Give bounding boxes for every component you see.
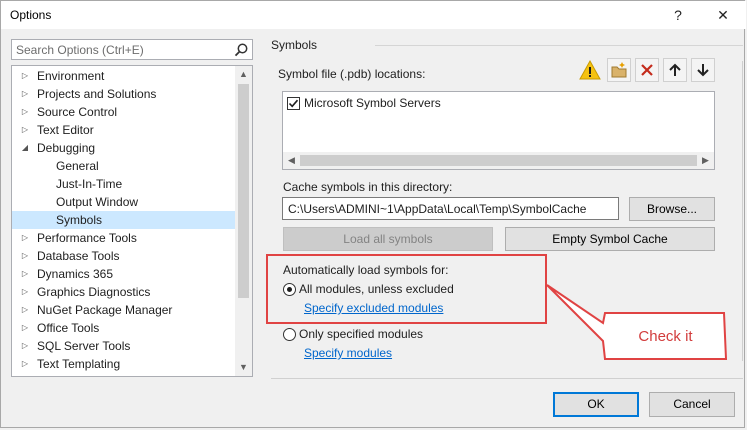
only-specified-label[interactable]: Only specified modules: [299, 327, 423, 341]
tree-item-web-forms-designer[interactable]: ▷ Web Forms Designer: [12, 373, 235, 376]
tree-item-nuget-package-manager[interactable]: ▷ NuGet Package Manager: [12, 301, 235, 319]
specify-modules-link[interactable]: Specify modules: [304, 346, 392, 360]
collapsed-arrow-icon[interactable]: ▷: [20, 301, 30, 319]
callout-text: Check it: [638, 328, 693, 345]
tree-item-label: General: [56, 159, 99, 173]
tree-item-text-templating[interactable]: ▷ Text Templating: [12, 355, 235, 373]
tree-item-office-tools[interactable]: ▷ Office Tools: [12, 319, 235, 337]
move-down-icon: [697, 64, 709, 77]
title-bar: Options ? ✕: [1, 1, 746, 29]
hscroll-thumb[interactable]: [300, 155, 697, 166]
tree-item-label: Office Tools: [37, 321, 100, 335]
options-tree: ▷ Environment ▷ Projects and Solutions ▷ Sour…: [11, 65, 253, 377]
tree-item-label: SQL Server Tools: [37, 339, 131, 353]
collapsed-arrow-icon[interactable]: ▷: [20, 373, 30, 376]
collapsed-arrow-icon[interactable]: ▷: [20, 283, 30, 301]
tree-item-label: Debugging: [37, 141, 96, 155]
collapsed-arrow-icon[interactable]: ▷: [20, 265, 30, 283]
tree-item-database-tools[interactable]: ▷ Database Tools: [12, 247, 235, 265]
collapsed-arrow-icon[interactable]: ▷: [20, 103, 30, 121]
tree-item-output-window[interactable]: Output Window: [12, 193, 235, 211]
section-divider: [375, 45, 743, 46]
help-button[interactable]: ?: [667, 5, 689, 25]
tree-item-source-control[interactable]: ▷ Source Control: [12, 103, 235, 121]
scroll-right-arrow-icon[interactable]: ▶: [697, 152, 714, 169]
delete-icon: [641, 64, 653, 76]
new-folder-button[interactable]: [607, 58, 631, 82]
collapsed-arrow-icon[interactable]: ▷: [20, 229, 30, 247]
tree-item-label: Projects and Solutions: [37, 87, 157, 101]
collapsed-arrow-icon[interactable]: ▷: [20, 121, 30, 139]
window-title: Options: [10, 8, 52, 22]
move-down-button[interactable]: [691, 58, 715, 82]
tree-item-label: Text Templating: [37, 357, 121, 371]
annotation-highlight-box: [266, 254, 547, 324]
location-label: Microsoft Symbol Servers: [304, 96, 441, 110]
warning-icon: [579, 59, 601, 81]
tree-item-label: Performance Tools: [37, 231, 137, 245]
options-dialog: Options ? ✕ ▷ Environment ▷ Projects and So…: [0, 0, 746, 428]
collapsed-arrow-icon[interactable]: ▷: [20, 337, 30, 355]
tree-item-general[interactable]: General: [12, 157, 235, 175]
close-button[interactable]: ✕: [712, 5, 734, 25]
cache-path-input[interactable]: [283, 198, 618, 219]
locations-hscrollbar[interactable]: ◀ ▶: [283, 152, 714, 169]
symbol-locations-list: Microsoft Symbol Servers ◀ ▶: [282, 91, 715, 170]
tree-item-debugging[interactable]: ◢ Debugging: [12, 139, 235, 157]
load-all-symbols-button[interactable]: Load all symbols: [283, 227, 493, 251]
tree-scrollbar[interactable]: ▲ ▼: [235, 66, 252, 376]
scroll-down-arrow-icon[interactable]: ▼: [235, 359, 252, 376]
tree-item-label: Text Editor: [37, 123, 94, 137]
search-icon[interactable]: [233, 42, 249, 58]
tree-item-label: Environment: [37, 69, 105, 83]
tree-item-label: Symbols: [56, 213, 103, 227]
tree-item-label: NuGet Package Manager: [37, 303, 173, 317]
collapsed-arrow-icon[interactable]: ▷: [20, 319, 30, 337]
cancel-button[interactable]: Cancel: [649, 392, 735, 417]
ok-button[interactable]: OK: [553, 392, 639, 417]
tree-item-label: Web Forms Designer: [37, 373, 150, 376]
locations-label: Symbol file (.pdb) locations:: [278, 67, 426, 81]
tree-item-text-editor[interactable]: ▷ Text Editor: [12, 121, 235, 139]
empty-symbol-cache-button[interactable]: Empty Symbol Cache: [505, 227, 715, 251]
tree-item-sql-server-tools[interactable]: ▷ SQL Server Tools: [12, 337, 235, 355]
search-input[interactable]: [12, 40, 232, 59]
tree-item-environment[interactable]: ▷ Environment: [12, 67, 235, 85]
collapsed-arrow-icon[interactable]: ▷: [20, 67, 30, 85]
tree-item-just-in-time[interactable]: Just-In-Time: [12, 175, 235, 193]
tree-item-projects-and-solutions[interactable]: ▷ Projects and Solutions: [12, 85, 235, 103]
delete-button[interactable]: [635, 58, 659, 82]
new-folder-icon: [611, 62, 627, 78]
move-up-button[interactable]: [663, 58, 687, 82]
scroll-thumb[interactable]: [238, 84, 249, 298]
tree-item-dynamics-365[interactable]: ▷ Dynamics 365: [12, 265, 235, 283]
collapsed-arrow-icon[interactable]: ▷: [20, 85, 30, 103]
tree-item-label: Just-In-Time: [56, 177, 123, 191]
tree-item-label: Output Window: [56, 195, 139, 209]
tree-item-performance-tools[interactable]: ▷ Performance Tools: [12, 229, 235, 247]
only-specified-radio[interactable]: [283, 328, 296, 341]
section-title: Symbols: [271, 38, 318, 52]
tree-item-symbols[interactable]: Symbols: [12, 211, 235, 229]
location-checkbox[interactable]: [287, 97, 300, 110]
footer-divider: [271, 378, 743, 379]
checkmark-icon: [288, 99, 299, 108]
collapsed-arrow-icon[interactable]: ▷: [20, 355, 30, 373]
tree-item-label: Database Tools: [37, 249, 120, 263]
collapsed-arrow-icon[interactable]: ▷: [20, 247, 30, 265]
tree-item-label: Dynamics 365: [37, 267, 114, 281]
search-box: [11, 39, 253, 60]
move-up-icon: [669, 63, 681, 76]
scroll-up-arrow-icon[interactable]: ▲: [235, 66, 252, 83]
tree-item-label: Source Control: [37, 105, 118, 119]
cache-label: Cache symbols in this directory:: [283, 180, 453, 194]
tree-item-label: Graphics Diagnostics: [37, 285, 151, 299]
scroll-left-arrow-icon[interactable]: ◀: [283, 152, 300, 169]
panel-edge: [742, 61, 746, 361]
expanded-arrow-icon[interactable]: ◢: [20, 139, 30, 157]
cache-path-field: [282, 197, 619, 220]
tree-item-graphics-diagnostics[interactable]: ▷ Graphics Diagnostics: [12, 283, 235, 301]
browse-button[interactable]: Browse...: [629, 197, 715, 221]
